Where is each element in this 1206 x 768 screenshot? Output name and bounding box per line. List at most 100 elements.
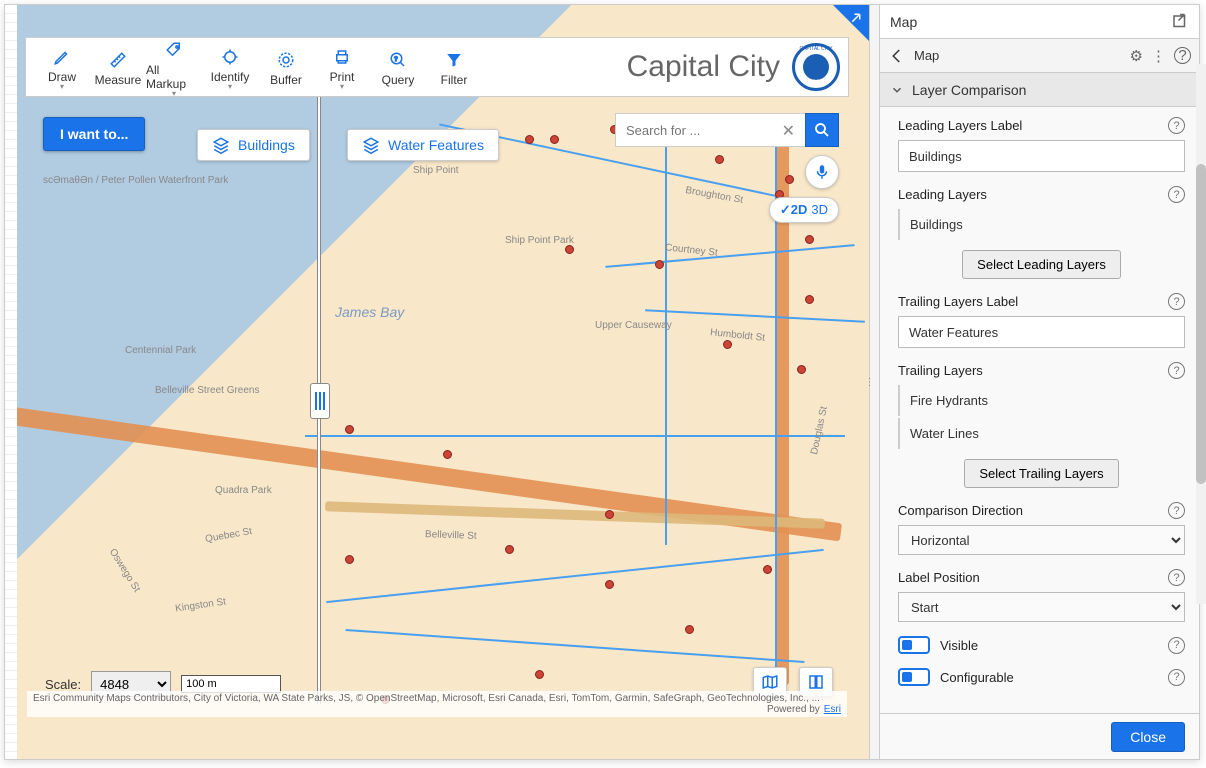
help-icon[interactable]: ? — [1168, 669, 1185, 686]
microphone-icon — [813, 163, 831, 181]
field-leading-layers: Leading Layers ? Buildings Select Leadin… — [898, 186, 1185, 279]
clear-icon[interactable]: ✕ — [782, 121, 795, 141]
chevron-down-icon: ▾ — [228, 82, 232, 91]
view-3d[interactable]: 3D — [811, 202, 828, 218]
help-icon[interactable]: ? — [1174, 47, 1191, 64]
select-trailing-layers-button[interactable]: Select Trailing Layers — [964, 459, 1118, 488]
tool-filter[interactable]: Filter — [426, 47, 482, 87]
back-button[interactable] — [888, 47, 906, 65]
panel-breadcrumb: Map ⚙ ⋮ ? — [880, 39, 1199, 73]
view-2d-3d-toggle[interactable]: ✓2D 3D — [769, 197, 839, 223]
expand-corner-button[interactable] — [833, 5, 869, 41]
tag-icon — [165, 37, 183, 63]
settings-panel: Map Map ⚙ ⋮ ? Layer Comparison Leading L… — [879, 5, 1199, 759]
help-icon[interactable]: ? — [1168, 362, 1185, 379]
panel-resize-handle[interactable]: ⋮⋮ — [869, 5, 879, 759]
leading-layers-label-input[interactable] — [898, 140, 1185, 172]
field-label: Trailing Layers Label — [898, 294, 1018, 309]
tool-buffer[interactable]: Buffer — [258, 47, 314, 87]
panel-header: Map — [880, 5, 1199, 39]
swipe-trailing-chip: Water Features — [347, 129, 499, 161]
field-label: Trailing Layers — [898, 363, 983, 378]
comparison-direction-select[interactable]: Horizontal — [898, 525, 1185, 555]
field-label: Leading Layers — [898, 187, 987, 202]
select-leading-layers-button[interactable]: Select Leading Layers — [962, 250, 1121, 279]
swipe-handle[interactable] — [310, 383, 330, 419]
attribution-text: Esri Community Maps Contributors, City o… — [33, 693, 820, 704]
layers-icon — [362, 136, 380, 154]
kebab-icon[interactable]: ⋮ — [1151, 47, 1166, 65]
tool-query[interactable]: ? Query — [370, 47, 426, 87]
attribution-bar: Esri Community Maps Contributors, City o… — [27, 691, 847, 717]
layer-item: Water Lines — [898, 418, 1185, 449]
label-quadra-park: Quadra Park — [215, 485, 272, 496]
book-icon — [807, 673, 825, 691]
esri-link[interactable]: Esri — [824, 704, 841, 715]
target-icon — [221, 44, 239, 70]
scrollbar-track[interactable] — [1196, 64, 1206, 604]
close-button[interactable]: Close — [1111, 722, 1185, 752]
visible-toggle[interactable] — [898, 636, 930, 654]
configurable-toggle-row: Configurable ? — [898, 668, 1185, 686]
panel-footer: Close — [880, 713, 1199, 759]
rings-icon — [277, 47, 295, 73]
tool-measure[interactable]: Measure — [90, 47, 146, 87]
help-icon[interactable]: ? — [1168, 117, 1185, 134]
help-icon[interactable]: ? — [1168, 569, 1185, 586]
tool-identify[interactable]: Identify ▾ — [202, 44, 258, 91]
scrollbar-thumb[interactable] — [1196, 164, 1206, 484]
tool-draw[interactable]: Draw ▾ — [34, 44, 90, 91]
tool-label: Buffer — [270, 73, 302, 87]
i-want-to-button[interactable]: I want to... — [43, 117, 145, 151]
popup-icon[interactable] — [1171, 13, 1189, 31]
chevron-down-icon — [890, 83, 904, 97]
breadcrumb-text: Map — [914, 48, 939, 63]
field-trailing-layers: Trailing Layers ? Fire Hydrants Water Li… — [898, 362, 1185, 488]
map-icon — [761, 673, 779, 691]
tool-print[interactable]: Print ▾ — [314, 44, 370, 91]
search-container: ✕ — [615, 113, 839, 147]
label-position-select[interactable]: Start — [898, 592, 1185, 622]
field-label: Label Position — [898, 570, 980, 585]
chevron-down-icon: ▾ — [60, 82, 64, 91]
scale-label: Scale: — [45, 677, 81, 692]
field-leading-layers-label: Leading Layers Label ? — [898, 117, 1185, 172]
gear-icon[interactable]: ⚙ — [1130, 47, 1143, 65]
printer-icon — [333, 44, 351, 70]
search-icon — [813, 121, 831, 139]
view-2d[interactable]: ✓2D — [780, 202, 808, 218]
tool-label: Filter — [441, 73, 468, 87]
help-icon[interactable]: ? — [1168, 293, 1185, 310]
swipe-leading-label: Buildings — [238, 137, 295, 153]
funnel-icon — [445, 47, 463, 73]
help-icon[interactable]: ? — [1168, 186, 1185, 203]
main-toolbar: Draw ▾ Measure All Markup ▾ Identify ▾ B… — [25, 37, 849, 97]
torn-edge-decoration — [5, 5, 17, 759]
tool-all-markup[interactable]: All Markup ▾ — [146, 37, 202, 98]
brand-ring-text: CAPITAL CITY — [799, 46, 832, 52]
configurable-toggle[interactable] — [898, 668, 930, 686]
help-icon[interactable]: ? — [1168, 637, 1185, 654]
tool-label: All Markup — [146, 63, 202, 91]
label-waterfront-park: scƏmaθƏn / Peter Pollen Waterfront Park — [43, 175, 228, 186]
geolocate-button[interactable] — [805, 155, 839, 189]
visible-toggle-row: Visible ? — [898, 636, 1185, 654]
app-title: Capital City — [627, 50, 792, 84]
search-input[interactable] — [615, 113, 805, 147]
section-header[interactable]: Layer Comparison — [880, 73, 1199, 107]
pencil-icon — [53, 44, 71, 70]
trailing-layers-label-input[interactable] — [898, 316, 1185, 348]
toggle-label: Configurable — [940, 670, 1014, 685]
swipe-divider[interactable] — [317, 97, 321, 704]
toggle-label: Visible — [940, 638, 978, 653]
label-centennial-park: Centennial Park — [125, 345, 196, 356]
layer-item: Buildings — [898, 209, 1185, 240]
label-belleville-greens: Belleville Street Greens — [155, 385, 260, 396]
powered-by: Powered by — [767, 704, 820, 715]
field-label: Leading Layers Label — [898, 118, 1022, 133]
map-canvas[interactable]: scƏmaθƏn / Peter Pollen Waterfront Park … — [5, 5, 869, 759]
swipe-leading-chip: Buildings — [197, 129, 310, 161]
search-button[interactable] — [805, 113, 839, 147]
chevron-down-icon: ▾ — [172, 89, 176, 98]
help-icon[interactable]: ? — [1168, 502, 1185, 519]
